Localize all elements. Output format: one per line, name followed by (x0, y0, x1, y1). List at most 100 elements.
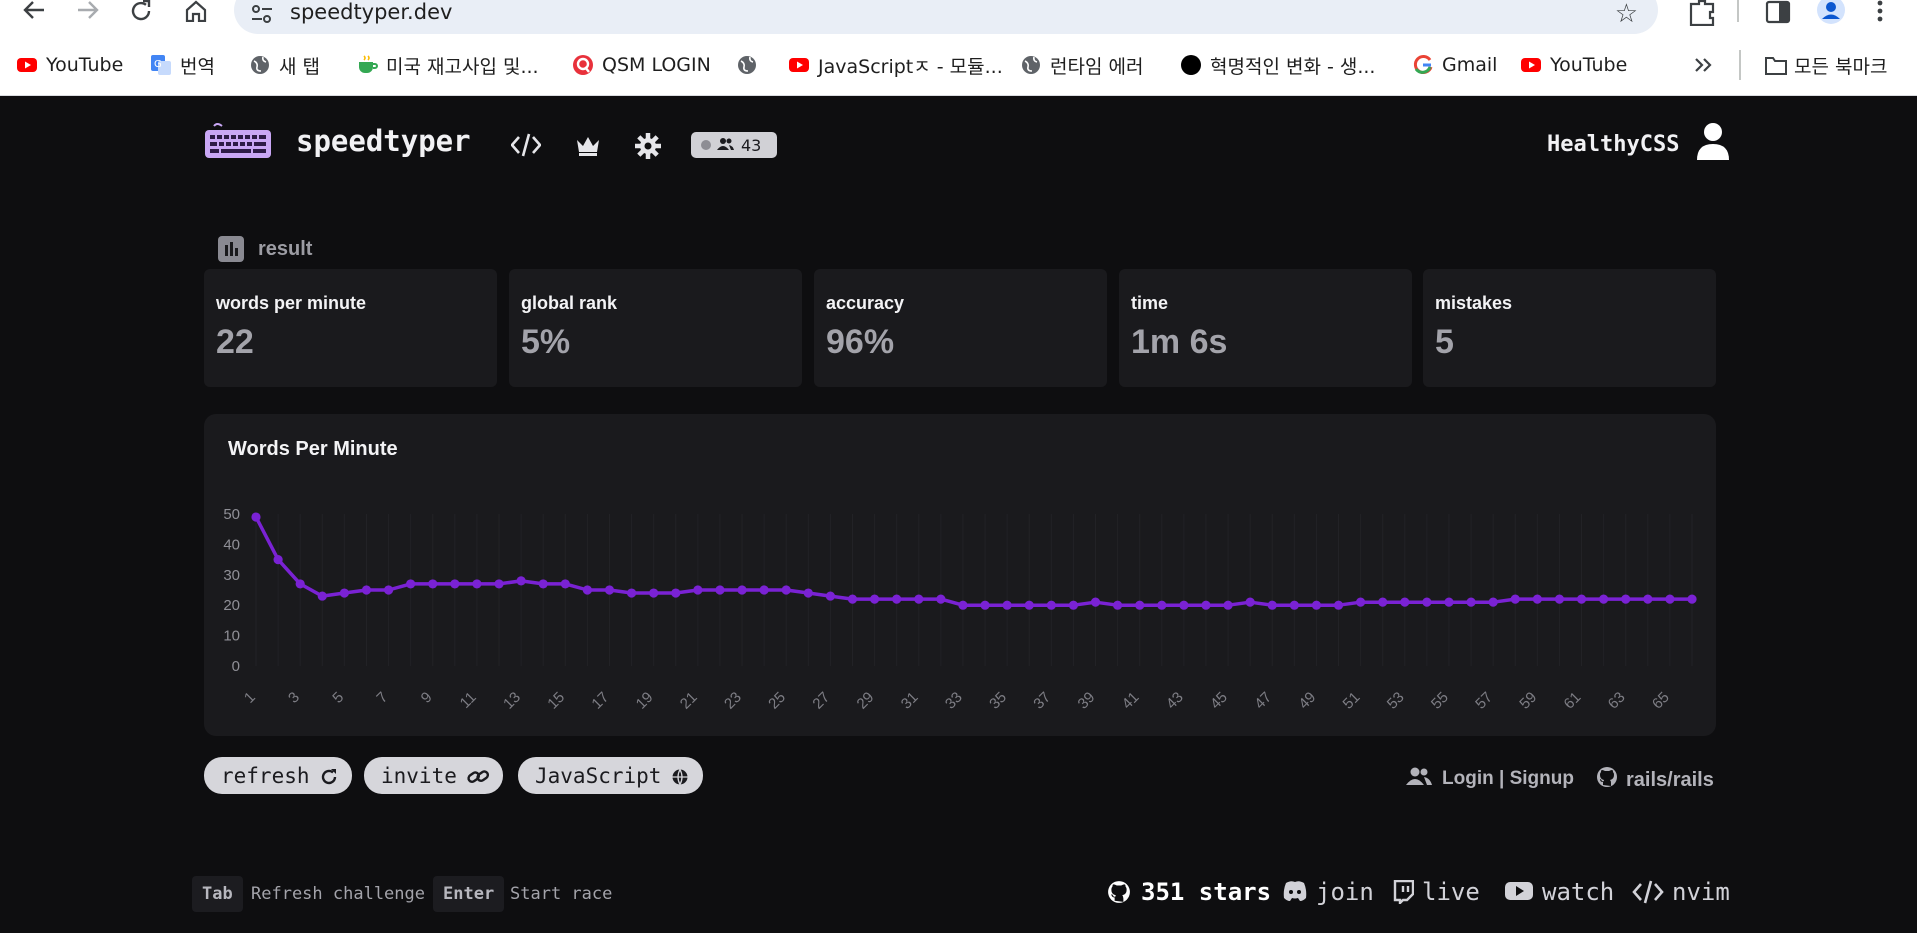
site-info-icon[interactable] (250, 4, 274, 24)
back-icon[interactable] (16, 0, 52, 24)
bottom-strip (0, 933, 1917, 945)
keyboard-logo-icon[interactable] (204, 122, 272, 160)
x-tick-label: 5 (329, 689, 347, 707)
bookmark-youtube-2[interactable]: YouTube (1520, 52, 1627, 78)
discord-join-link[interactable]: join (1282, 878, 1374, 906)
x-tick-label: 63 (1605, 689, 1629, 713)
stat-value: 96% (826, 323, 895, 361)
stat-card-global-rank: global rank 5% (509, 269, 802, 387)
wpm-data-point (1179, 600, 1189, 610)
login-label: Login | Signup (1442, 768, 1574, 789)
tab-key-description: Refresh challenge (251, 884, 425, 904)
wpm-data-point (1621, 594, 1631, 604)
address-bar[interactable]: speedtyper.dev ☆ (234, 0, 1658, 34)
url-text[interactable]: speedtyper.dev (290, 0, 452, 24)
bookmark-us-stock[interactable]: 미국 재고사입 및... (356, 52, 539, 78)
bookmark-qsm-login[interactable]: QSM LOGIN (572, 52, 711, 78)
youtube-watch-link[interactable]: watch (1504, 878, 1614, 906)
stat-card-time: time 1m 6s (1119, 269, 1412, 387)
watch-label: watch (1542, 878, 1615, 906)
refresh-icon (320, 767, 338, 785)
all-bookmarks-folder[interactable]: 모든 북마크 (1764, 52, 1887, 78)
menu-kebab-icon[interactable] (1874, 0, 1904, 26)
wpm-data-point (1223, 600, 1233, 610)
stat-label: time (1131, 293, 1169, 313)
login-signup-link[interactable]: Login | Signup (1406, 766, 1574, 792)
side-panel-icon[interactable] (1765, 0, 1795, 26)
stat-label: words per minute (216, 293, 367, 313)
translate-icon: G (150, 54, 172, 76)
forward-icon[interactable] (70, 0, 106, 24)
x-tick-label: 39 (1075, 689, 1099, 713)
y-tick-label: 30 (223, 567, 240, 584)
x-tick-label: 57 (1472, 689, 1496, 713)
bookmark-new-tab[interactable]: 새 탭 (249, 52, 320, 78)
github-stars-link[interactable]: 351 stars (1107, 878, 1271, 906)
username[interactable]: HealthyCSS (1547, 132, 1679, 157)
bookmark-translate[interactable]: G 번역 (150, 52, 215, 78)
x-tick-label: 37 (1030, 689, 1054, 713)
youtube-icon (1520, 54, 1542, 76)
x-tick-label: 49 (1295, 689, 1319, 713)
x-tick-label: 53 (1384, 689, 1408, 713)
wpm-chart-card: 0 10 20 30 40 50 1 3 5 7 9 11 13 15 17 19 21 23 25 27 29 31 33… (204, 414, 1716, 736)
nvim-link[interactable]: nvim (1632, 878, 1730, 906)
cup-icon (356, 54, 378, 76)
online-users-badge: 43 (691, 132, 777, 158)
extensions-icon[interactable] (1687, 0, 1717, 27)
bookmark-youtube-1[interactable]: YouTube (16, 52, 123, 78)
twitch-live-link[interactable]: live (1392, 878, 1480, 906)
wpm-data-point (295, 579, 305, 589)
brand-name[interactable]: speedtyper (296, 124, 471, 158)
all-bookmarks-label: 모든 북마크 (1794, 55, 1888, 78)
wpm-data-point (516, 576, 526, 586)
wpm-data-point (1643, 594, 1653, 604)
bookmark-star-icon[interactable]: ☆ (1615, 0, 1638, 29)
language-button[interactable]: JavaScript (518, 757, 704, 794)
speedtyper-app: speedtyper 43 HealthyCSS result words pe… (0, 96, 1917, 945)
repo-link[interactable]: rails/rails (1596, 766, 1714, 794)
leaderboard-crown-icon[interactable] (574, 132, 604, 158)
bookmark-revolution[interactable]: 혁명적인 변화 - 생... (1180, 52, 1375, 78)
bookmark-label: 런타임 에러 (1050, 55, 1144, 78)
wpm-data-point (1356, 597, 1366, 607)
wpm-data-point (693, 585, 703, 595)
home-icon[interactable] (178, 0, 214, 24)
x-tick-label: 41 (1119, 689, 1143, 713)
wpm-data-point (1532, 594, 1542, 604)
code-icon (1632, 880, 1664, 904)
bookmark-javascript-module[interactable]: JavaScriptㅈ - 모듈... (788, 52, 1003, 78)
invite-label: invite (381, 763, 457, 788)
settings-gear-icon[interactable] (634, 132, 664, 159)
youtube-icon (16, 54, 38, 76)
github-icon (1107, 880, 1133, 904)
reload-icon[interactable] (124, 0, 160, 24)
join-label: join (1316, 878, 1374, 906)
wpm-data-point (1488, 597, 1498, 607)
bookmark-runtime-error[interactable]: 런타임 에러 (1020, 52, 1143, 78)
bookmark-gmail[interactable]: Gmail (1412, 52, 1497, 78)
wpm-series-line (254, 516, 1692, 607)
invite-button[interactable]: invite (364, 757, 503, 794)
x-tick-label: 3 (285, 689, 303, 707)
wpm-data-point (1201, 600, 1211, 610)
discord-icon (1282, 880, 1308, 904)
wpm-data-point (1068, 600, 1079, 610)
x-tick-label: 9 (418, 689, 436, 707)
code-icon[interactable] (510, 132, 542, 158)
github-icon (1596, 766, 1618, 794)
wpm-data-point (1157, 600, 1167, 610)
language-label: JavaScript (535, 763, 662, 788)
stat-value: 1m 6s (1131, 323, 1228, 361)
globe-icon (1020, 54, 1042, 76)
stat-card-wpm: words per minute 22 (204, 269, 497, 387)
wpm-data-point (339, 588, 349, 598)
bookmarks-divider (1739, 50, 1741, 80)
more-bookmarks-icon[interactable] (1693, 52, 1713, 78)
bookmark-globe[interactable] (736, 52, 766, 78)
refresh-button[interactable]: refresh (204, 757, 352, 794)
user-icon[interactable] (1696, 122, 1730, 160)
globe-icon (671, 767, 689, 785)
profile-avatar-icon[interactable] (1816, 0, 1846, 26)
stat-label: accuracy (826, 293, 905, 313)
